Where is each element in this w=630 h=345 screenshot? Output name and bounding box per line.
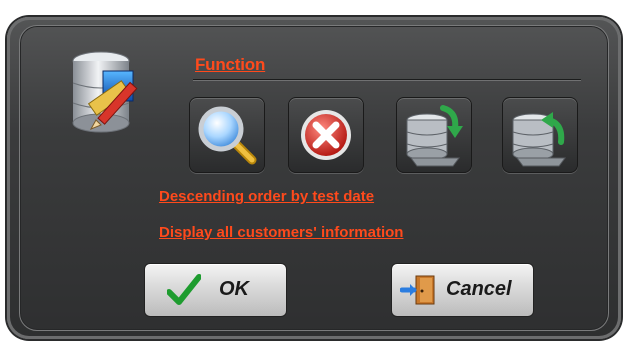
database-edit-icon	[72, 51, 138, 133]
magnifier-search-icon	[198, 106, 257, 165]
function-dialog: Function Descending order by test date D…	[7, 17, 621, 339]
descending-order-link[interactable]: Descending order by test date	[159, 188, 374, 205]
cancel-button-label: Cancel	[446, 278, 512, 300]
exit-door-icon	[400, 275, 435, 305]
section-divider	[193, 79, 581, 81]
database-export-button[interactable]	[502, 97, 578, 173]
ok-button-label: OK	[219, 278, 249, 300]
database-export-icon	[512, 112, 566, 167]
delete-button[interactable]	[288, 97, 364, 173]
database-import-icon	[406, 105, 463, 167]
delete-x-icon	[301, 110, 351, 160]
checkmark-icon	[167, 274, 201, 305]
function-section-title: Function	[195, 55, 266, 74]
display-all-customers-link[interactable]: Display all customers' information	[159, 224, 403, 241]
cancel-button[interactable]: Cancel	[391, 263, 534, 317]
screen-background: Function Descending order by test date D…	[0, 0, 630, 345]
ok-button[interactable]: OK	[144, 263, 287, 317]
search-button[interactable]	[189, 97, 265, 173]
database-import-button[interactable]	[396, 97, 472, 173]
